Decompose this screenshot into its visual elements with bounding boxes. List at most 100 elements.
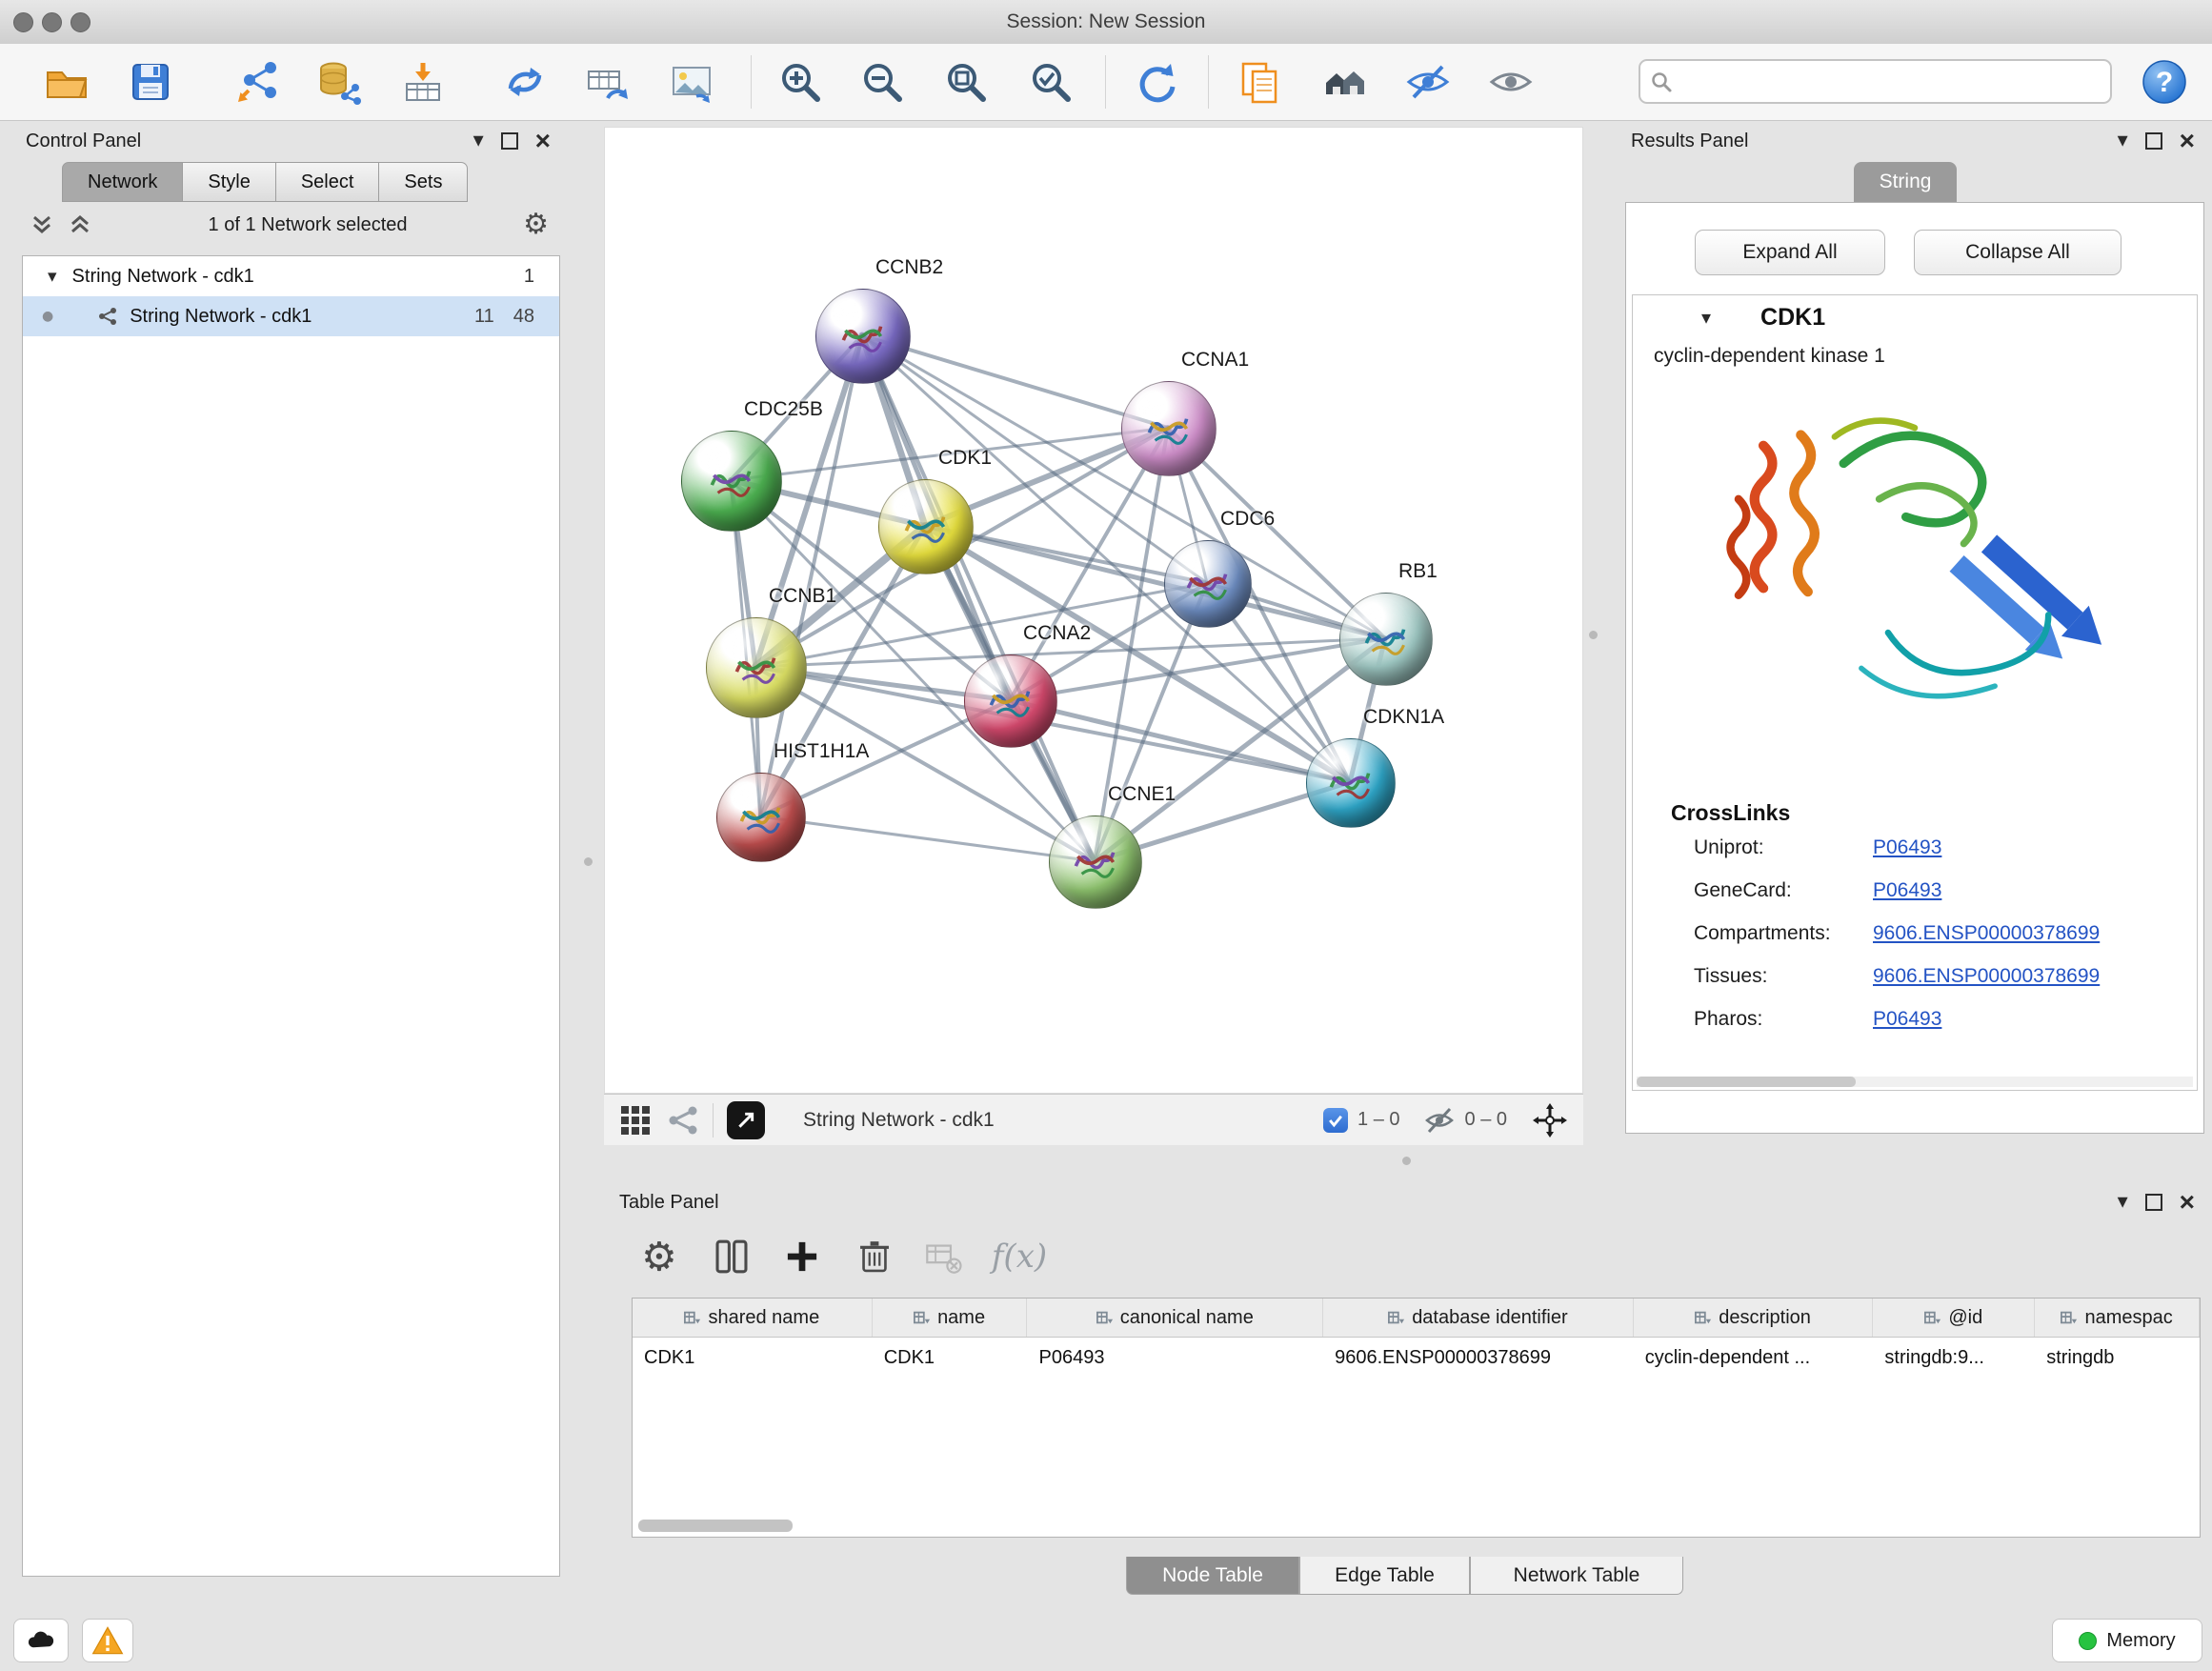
crosslink-link[interactable]: P06493 <box>1873 879 1941 902</box>
table-cell[interactable]: CDK1 <box>633 1338 873 1378</box>
table-row[interactable]: CDK1CDK1P064939606.ENSP00000378699cyclin… <box>633 1338 2200 1378</box>
results-horizontal-scrollbar[interactable] <box>1637 1077 2193 1087</box>
column-header-namespac[interactable]: namespac <box>2035 1299 2200 1337</box>
column-header-description[interactable]: description <box>1634 1299 1874 1337</box>
memory-button[interactable]: Memory <box>2052 1619 2202 1662</box>
close-panel-icon[interactable]: × <box>535 128 551 154</box>
column-header-name[interactable]: name <box>873 1299 1028 1337</box>
home-icon[interactable] <box>1319 57 1369 107</box>
gear-icon[interactable]: ⚙ <box>523 211 549 239</box>
edge-CCNB2-CCNE1[interactable] <box>862 335 1095 861</box>
float-panel-icon[interactable] <box>2145 1194 2162 1211</box>
node-CCNB1[interactable] <box>706 617 807 718</box>
open-session-icon[interactable] <box>42 57 91 107</box>
birds-eye-view-icon[interactable] <box>1532 1102 1568 1138</box>
network-from-table-icon[interactable] <box>500 57 550 107</box>
column-header-canonical-name[interactable]: canonical name <box>1027 1299 1323 1337</box>
node-CDC25B[interactable] <box>681 431 782 532</box>
table-cell[interactable]: stringdb:9... <box>1873 1338 2035 1378</box>
collapse-panel-icon[interactable]: ▾ <box>2118 131 2128 151</box>
save-session-icon[interactable] <box>126 57 175 107</box>
splitter-handle[interactable] <box>1589 631 1598 639</box>
collapse-panel-icon[interactable]: ▾ <box>2118 1192 2128 1213</box>
show-columns-icon[interactable] <box>711 1236 753 1278</box>
tab-edge-table[interactable]: Edge Table <box>1299 1557 1470 1595</box>
zoom-out-icon[interactable] <box>857 57 907 107</box>
table-settings-gear-icon[interactable]: ⚙ <box>641 1234 677 1280</box>
crosslink-link[interactable]: P06493 <box>1873 836 1941 859</box>
expand-all-button[interactable]: Expand All <box>1695 230 1885 275</box>
node-CDC6[interactable] <box>1164 540 1252 628</box>
node-CCNA1[interactable] <box>1121 381 1217 476</box>
tab-style[interactable]: Style <box>183 162 275 202</box>
zoom-in-icon[interactable] <box>775 57 825 107</box>
close-panel-icon[interactable]: × <box>2180 1189 2195 1216</box>
splitter-handle[interactable] <box>584 857 593 866</box>
delete-column-trash-icon[interactable] <box>854 1236 895 1278</box>
table-cell[interactable]: CDK1 <box>873 1338 1028 1378</box>
import-network-file-icon[interactable] <box>233 57 283 107</box>
eye-icon[interactable] <box>1486 57 1536 107</box>
table-cell[interactable]: P06493 <box>1028 1338 1324 1378</box>
protein-section-header[interactable]: ▾ CDK1 <box>1633 295 2197 339</box>
table-horizontal-scrollbar[interactable] <box>638 1520 793 1532</box>
network-share-icon[interactable] <box>667 1104 699 1137</box>
edge-HIST1H1A-CCNE1[interactable] <box>760 816 1095 861</box>
network-tree-item-row[interactable]: ● String Network - cdk1 11 48 <box>23 296 559 336</box>
table-cell[interactable]: 9606.ENSP00000378699 <box>1323 1338 1634 1378</box>
tab-network-table[interactable]: Network Table <box>1470 1557 1683 1595</box>
tab-node-table[interactable]: Node Table <box>1126 1557 1299 1595</box>
warning-icon[interactable] <box>82 1619 133 1662</box>
import-table-icon[interactable] <box>398 57 448 107</box>
table-cell[interactable]: stringdb <box>2035 1338 2200 1378</box>
tab-string[interactable]: String <box>1854 162 1957 202</box>
search-box[interactable] <box>1639 59 2112 104</box>
collapse-all-button[interactable]: Collapse All <box>1914 230 2122 275</box>
column-header--id[interactable]: @id <box>1873 1299 2035 1337</box>
clone-network-icon[interactable] <box>1235 57 1284 107</box>
node-CDKN1A[interactable] <box>1306 738 1396 828</box>
column-header-shared-name[interactable]: shared name <box>633 1299 873 1337</box>
node-CCNE1[interactable] <box>1049 815 1142 909</box>
hidden-elements-icon[interactable] <box>1423 1104 1456 1137</box>
export-table-icon[interactable] <box>582 57 632 107</box>
table-cell[interactable]: cyclin-dependent ... <box>1634 1338 1874 1378</box>
zoom-fit-icon[interactable] <box>941 57 991 107</box>
crosslink-link[interactable]: P06493 <box>1873 1008 1941 1031</box>
tab-select[interactable]: Select <box>276 162 380 202</box>
column-header-database-identifier[interactable]: database identifier <box>1323 1299 1634 1337</box>
scrollbar-thumb[interactable] <box>1637 1077 1856 1087</box>
tab-network[interactable]: Network <box>62 162 183 202</box>
float-panel-icon[interactable] <box>501 132 518 150</box>
float-panel-icon[interactable] <box>2145 132 2162 150</box>
section-expander-icon[interactable]: ▾ <box>1701 306 1711 329</box>
collapse-all-tree-icon[interactable] <box>68 212 92 237</box>
annotation-mode-icon[interactable] <box>727 1101 765 1139</box>
network-tree-root-row[interactable]: ▾ String Network - cdk1 1 <box>23 256 559 296</box>
grid-view-icon[interactable] <box>619 1104 652 1137</box>
tab-sets[interactable]: Sets <box>379 162 468 202</box>
collapse-panel-icon[interactable]: ▾ <box>473 131 484 151</box>
node-CCNB2[interactable] <box>815 289 911 384</box>
add-column-icon[interactable] <box>782 1237 822 1277</box>
zoom-selected-icon[interactable] <box>1026 57 1076 107</box>
node-CCNA2[interactable] <box>964 654 1057 748</box>
refresh-icon[interactable] <box>1131 57 1180 107</box>
selected-nodes-checkbox[interactable] <box>1323 1108 1348 1133</box>
expand-all-tree-icon[interactable] <box>30 212 54 237</box>
cloud-icon[interactable] <box>13 1619 69 1662</box>
network-canvas[interactable]: CCNB2 CCNA1 CDC25B CDK1 CDC6 RB1 CCNB1 C… <box>604 127 1583 1094</box>
export-image-icon[interactable] <box>667 57 716 107</box>
crosslink-link[interactable]: 9606.ENSP00000378699 <box>1873 922 2100 945</box>
show-hide-icon[interactable] <box>1403 57 1453 107</box>
splitter-handle[interactable] <box>1402 1157 1411 1165</box>
node-CDK1[interactable] <box>878 479 974 574</box>
help-icon[interactable]: ? <box>2140 57 2189 107</box>
close-panel-icon[interactable]: × <box>2180 128 2195 154</box>
crosslink-link[interactable]: 9606.ENSP00000378699 <box>1873 965 2100 988</box>
node-HIST1H1A[interactable] <box>716 773 806 862</box>
node-RB1[interactable] <box>1339 593 1433 686</box>
import-network-database-icon[interactable] <box>313 57 363 107</box>
tree-expander-icon[interactable]: ▾ <box>48 266 57 287</box>
search-input[interactable] <box>1680 70 2101 93</box>
